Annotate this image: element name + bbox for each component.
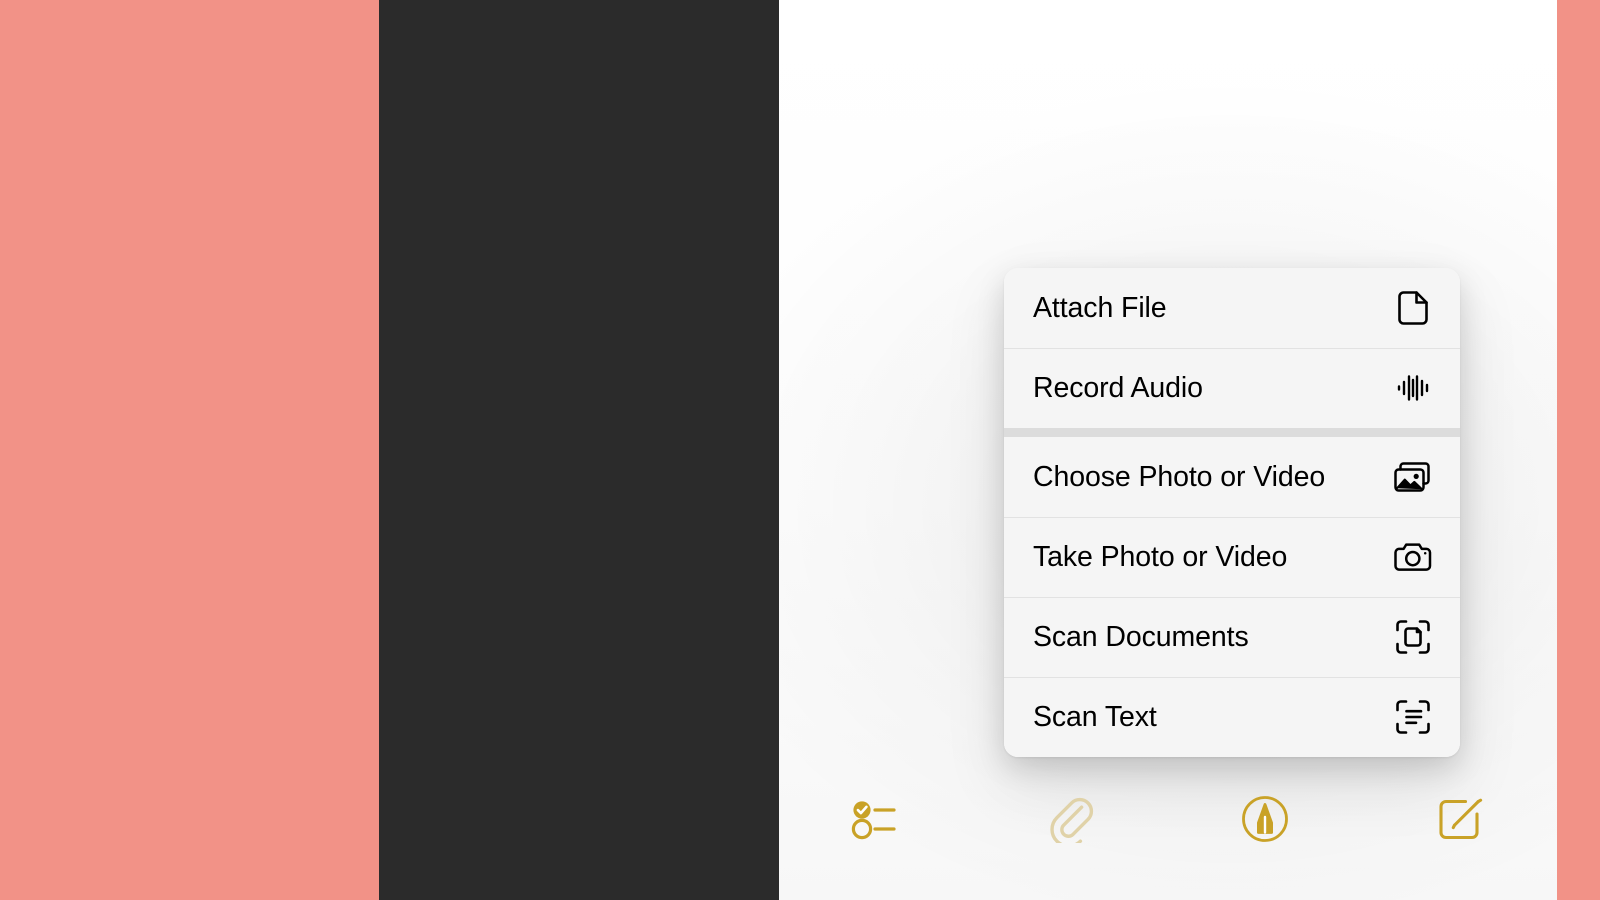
waveform-icon (1392, 369, 1434, 407)
attach-context-menu: Attach File Record Audio Choose Photo or… (1004, 268, 1460, 757)
menu-item-label: Scan Text (1033, 700, 1157, 733)
menu-item-record-audio[interactable]: Record Audio (1004, 348, 1460, 428)
phone-screen: Attach File Record Audio Choose Photo or… (779, 0, 1557, 900)
menu-item-scan-text[interactable]: Scan Text (1004, 677, 1460, 757)
menu-item-label: Attach File (1033, 291, 1167, 324)
compose-button[interactable] (1363, 784, 1558, 854)
paperclip-icon (1048, 795, 1094, 843)
menu-group-separator (1004, 428, 1460, 437)
document-icon (1392, 289, 1434, 327)
markup-pen-icon (1242, 796, 1289, 842)
compose-icon (1439, 798, 1482, 840)
bottom-toolbar (779, 784, 1557, 854)
attach-button[interactable] (974, 784, 1169, 854)
menu-item-label: Take Photo or Video (1033, 540, 1288, 573)
menu-item-label: Choose Photo or Video (1033, 460, 1326, 493)
menu-group-media: Choose Photo or Video Take Photo or Vide… (1004, 437, 1460, 757)
checklist-button[interactable] (779, 784, 974, 854)
menu-group-files: Attach File Record Audio (1004, 268, 1460, 428)
menu-item-choose-photo-or-video[interactable]: Choose Photo or Video (1004, 437, 1460, 517)
checklist-icon (850, 796, 902, 842)
menu-item-scan-documents[interactable]: Scan Documents (1004, 597, 1460, 677)
device-bezel: Attach File Record Audio Choose Photo or… (379, 0, 1557, 900)
scan-text-icon (1392, 698, 1434, 736)
menu-item-take-photo-or-video[interactable]: Take Photo or Video (1004, 517, 1460, 597)
photo-stack-icon (1392, 458, 1434, 496)
scan-document-icon (1392, 618, 1434, 656)
markup-button[interactable] (1168, 784, 1363, 854)
menu-item-attach-file[interactable]: Attach File (1004, 268, 1460, 348)
camera-icon (1392, 538, 1434, 576)
menu-item-label: Scan Documents (1033, 620, 1249, 653)
menu-item-label: Record Audio (1033, 371, 1203, 404)
